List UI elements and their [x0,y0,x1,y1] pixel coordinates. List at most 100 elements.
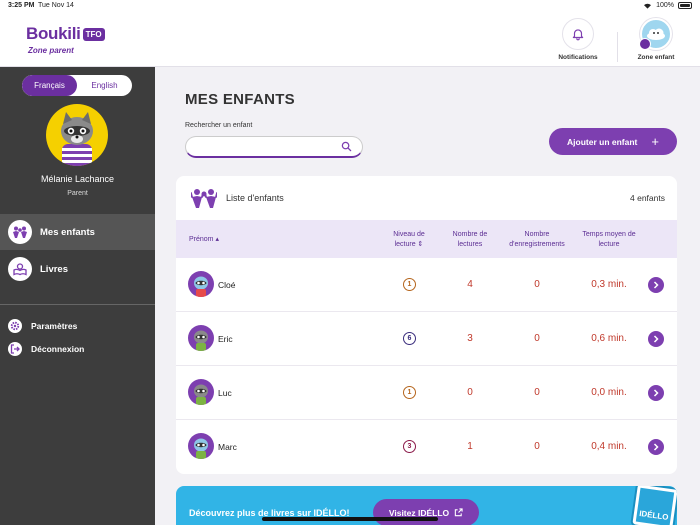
chevron-right-icon[interactable] [648,331,664,347]
reading-level-badge: 1 [403,386,416,399]
reading-level-badge: 3 [403,440,416,453]
gear-icon [8,319,22,333]
table-row[interactable]: Eric 6 3 0 0,6 min. [176,312,677,366]
child-avatar [188,325,214,351]
reading-level-badge: 6 [403,332,416,345]
column-nombre-enregistrements: Nombre d'enregistrements [509,231,565,248]
language-toggle[interactable]: Français English [22,75,132,96]
nav-livres[interactable]: Livres [0,251,155,287]
logout-icon [8,342,22,356]
idello-phone-label: IDÉLLO [635,487,675,525]
child-name: Luc [218,388,232,398]
visit-idello-label: Visitez IDÉLLO [388,507,450,518]
status-right: 100% [643,2,692,9]
child-name: Cloé [218,280,236,290]
reads-count: 1 [467,441,473,452]
table-row[interactable]: Marc 3 1 0 0,4 min. [176,420,677,474]
nav-parametres-label: Paramètres [31,321,78,331]
nav-livres-label: Livres [40,263,68,275]
raccoon-avatar-icon [61,112,93,166]
zone-enfant-avatar [639,18,672,50]
sort-both-icon: ⇕ [417,241,424,248]
child-name: Marc [218,442,237,452]
child-name: Eric [218,334,233,344]
children-count: 4 enfants [630,193,665,203]
child-avatar [188,271,214,297]
child-avatar-icon [194,276,208,297]
add-child-button[interactable]: Ajouter un enfant + [549,128,677,155]
avg-reading-time: 0,0 min. [591,387,627,398]
page-title: MES ENFANTS [185,91,295,108]
bell-icon [572,29,584,41]
table-row[interactable]: Cloé 1 4 0 0,3 min. [176,258,677,312]
sidebar: Français English Mélanie Lachance Parent… [0,67,155,525]
zone-enfant-button[interactable]: Zone enfant [626,18,686,61]
children-list-card: Liste d'enfants 4 enfants Prénom ▴ Nivea… [176,176,677,474]
nav-deconnexion[interactable]: Déconnexion [8,342,84,356]
add-child-label: Ajouter un enfant [567,136,638,147]
reading-level-badge: 1 [403,278,416,291]
brand-name: Boukili [26,24,81,43]
header-divider [617,32,618,62]
column-niveau[interactable]: Niveau de lecture ⇕ [384,230,434,250]
search-field[interactable] [185,136,363,158]
reads-count: 4 [467,279,473,290]
recordings-count: 0 [534,279,540,290]
swap-icon [639,38,651,50]
child-avatar [188,379,214,405]
avg-reading-time: 0,3 min. [591,279,627,290]
children-list-title: Liste d'enfants [226,193,284,203]
column-prenom-label: Prénom [189,236,214,243]
home-indicator [262,517,438,521]
wifi-icon [644,3,652,9]
battery-icon [678,2,692,9]
notifications-button[interactable]: Notifications [548,18,608,61]
language-french[interactable]: Français [22,75,77,96]
parent-name: Mélanie Lachance [40,174,115,184]
boukili-logo[interactable]: Boukili TFO [26,24,105,44]
table-row[interactable]: Luc 1 0 0 0,0 min. [176,366,677,420]
sort-up-icon: ▴ [215,236,219,243]
nav-deconnexion-label: Déconnexion [31,344,85,354]
avg-reading-time: 0,4 min. [591,441,627,452]
plus-icon: + [651,134,659,149]
zone-enfant-label: Zone enfant [637,54,675,61]
reads-count: 3 [467,333,473,344]
status-date: Tue Nov 14 [38,2,74,9]
chevron-right-icon[interactable] [648,277,664,293]
reads-count: 0 [467,387,473,398]
nav-parametres[interactable]: Paramètres [8,319,77,333]
notifications-label: Notifications [558,54,598,61]
recordings-count: 0 [534,387,540,398]
notifications-circle [562,18,594,50]
chevron-right-icon[interactable] [648,439,664,455]
column-prenom[interactable]: Prénom ▴ [189,235,219,245]
language-english[interactable]: English [77,75,132,96]
column-temps-moyen: Temps moyen de lecture [582,231,636,248]
children-icon [8,220,32,244]
table-header: Prénom ▴ Niveau de lecture ⇕ Nombre de l… [176,220,677,258]
column-nombre-lectures: Nombre de lectures [452,231,488,248]
child-avatar [188,433,214,459]
child-avatar-icon [194,330,208,351]
visit-idello-button[interactable]: Visitez IDÉLLO [373,499,479,525]
app-header: Boukili TFO Zone parent Notifications Zo… [0,12,700,67]
search-icon[interactable] [341,141,352,152]
status-time: 3:25 PM [8,2,35,9]
nav-mes-enfants[interactable]: Mes enfants [0,214,155,250]
search-input[interactable] [196,138,346,157]
idello-phone-image: IDÉLLO [632,486,677,525]
tfo-badge: TFO [82,27,105,41]
books-icon [8,257,32,281]
battery-percent: 100% [656,2,674,9]
zone-parent-label: Zone parent [28,46,74,55]
child-avatar-icon [194,438,208,459]
avg-reading-time: 0,6 min. [591,333,627,344]
parent-role: Parent [67,190,88,197]
child-avatar-icon [194,384,208,405]
recordings-count: 0 [534,333,540,344]
children-list-header: Liste d'enfants 4 enfants [176,176,677,220]
parent-avatar [46,104,108,166]
chevron-right-icon[interactable] [648,385,664,401]
sidebar-divider [0,304,155,305]
